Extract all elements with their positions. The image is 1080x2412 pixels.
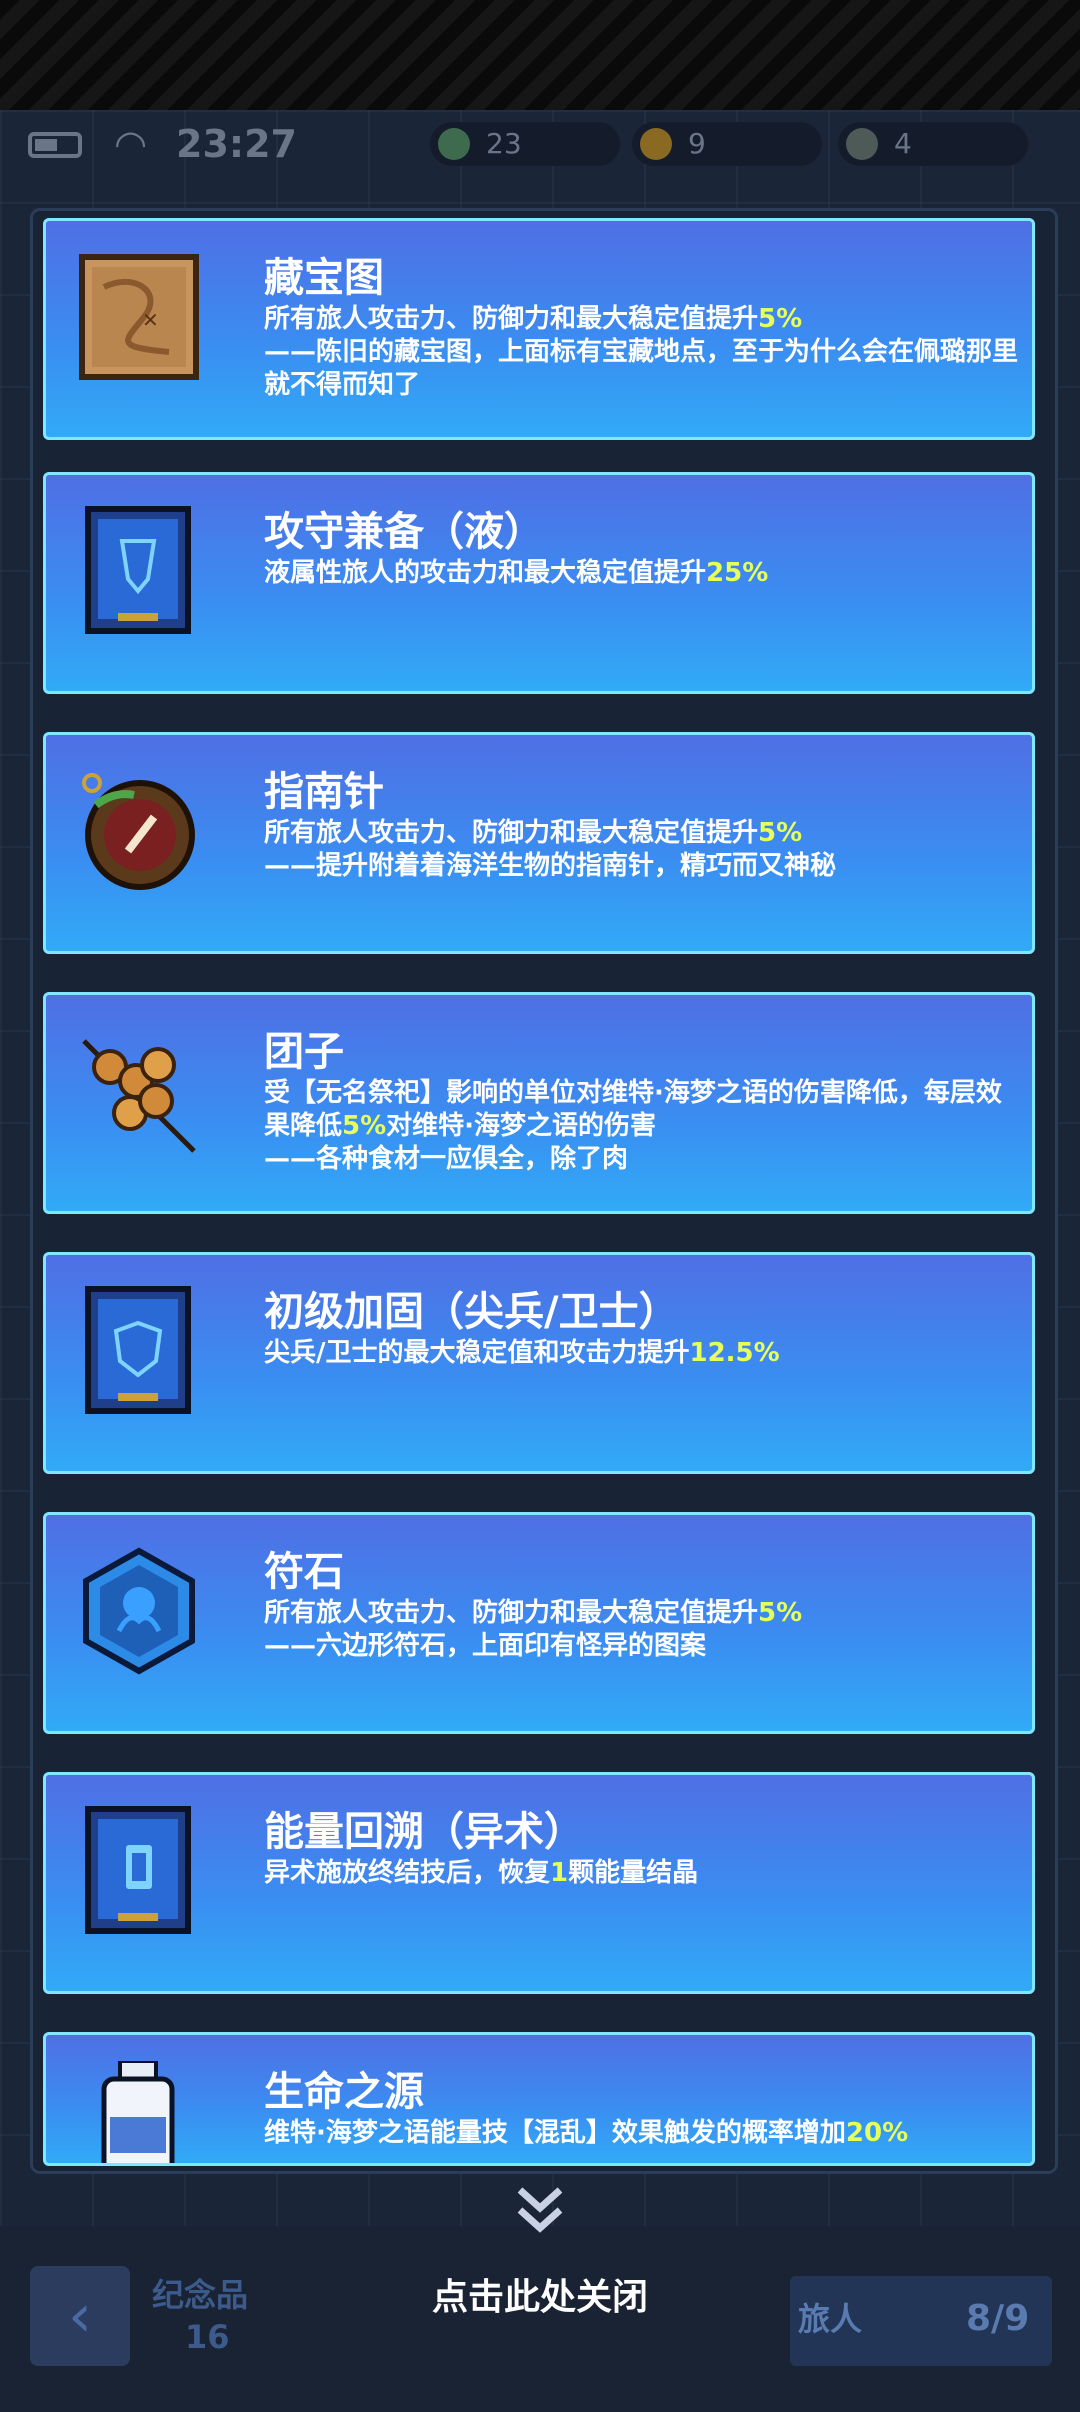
description-text: 液属性旅人的攻击力和最大稳定值提升	[264, 558, 707, 588]
highlight-value: 5%	[758, 1598, 803, 1628]
card-energy-recall[interactable]: 能量回溯（异术） 异术施放终结技后，恢复1颗能量结晶	[43, 1772, 1035, 1994]
card-title: 生命之源	[264, 2069, 424, 2115]
grey-coin-icon	[846, 128, 878, 160]
blue-card-energy-icon	[85, 1806, 191, 1934]
card-title: 攻守兼备（液）	[264, 509, 544, 555]
card-description: 所有旅人攻击力、防御力和最大稳定值提升5% ——提升附着着海洋生物的指南针，精巧而…	[264, 817, 1024, 883]
system-top-bar	[0, 0, 1080, 110]
card-title: 初级加固（尖兵/卫士）	[264, 1289, 679, 1335]
description-text: 异术施放终结技后，恢复	[264, 1858, 551, 1888]
battery-icon	[28, 132, 82, 158]
description-text: ——提升附着着海洋生物的指南针，精巧而又神秘	[264, 851, 837, 881]
card-description: 所有旅人攻击力、防御力和最大稳定值提升5% ——六边形符石，上面印有怪异的图案	[264, 1597, 1024, 1663]
dango-icon	[82, 1039, 196, 1153]
resource-green: 23	[430, 122, 620, 166]
description-text: ——六边形符石，上面印有怪异的图案	[264, 1631, 707, 1661]
card-description: 受【无名祭祀】影响的单位对维特·海梦之语的伤害降低，每层效果降低5%对维特·海梦…	[264, 1077, 1024, 1176]
clock: 23:27	[176, 122, 297, 166]
rune-stone-icon	[83, 1547, 195, 1675]
double-chevron-down-icon[interactable]	[510, 2180, 570, 2240]
highlight-value: 1	[550, 1858, 569, 1888]
card-title: 团子	[264, 1029, 344, 1075]
description-text: 尖兵/卫士的最大稳定值和攻击力提升	[264, 1338, 690, 1368]
card-description: 异术施放终结技后，恢复1颗能量结晶	[264, 1857, 1024, 1890]
card-description: 维特·海梦之语能量技【混乱】效果触发的概率增加20%	[264, 2117, 1024, 2150]
description-text: 对维特·海梦之语的伤害	[386, 1111, 657, 1141]
highlight-value: 25%	[706, 558, 769, 588]
close-hint-button[interactable]: 点击此处关闭	[0, 2268, 1080, 2320]
description-text: 颗能量结晶	[568, 1858, 699, 1888]
gold-coin-icon	[640, 128, 672, 160]
green-coin-icon	[438, 128, 470, 160]
souvenir-count: 16	[185, 2318, 230, 2356]
card-title: 符石	[264, 1549, 344, 1595]
svg-text:✕: ✕	[142, 308, 159, 332]
resource-gold: 9	[632, 122, 822, 166]
water-bottle-icon	[101, 2061, 175, 2163]
highlight-value: 5%	[342, 1111, 387, 1141]
description-text: 所有旅人攻击力、防御力和最大稳定值提升	[264, 304, 759, 334]
wifi-icon: ◠	[114, 122, 148, 166]
card-treasure-map[interactable]: ✕ 藏宝图 所有旅人攻击力、防御力和最大稳定值提升5% ——陈旧的藏宝图，上面标有…	[43, 218, 1035, 440]
card-description: 所有旅人攻击力、防御力和最大稳定值提升5% ——陈旧的藏宝图，上面标有宝藏地点，至…	[264, 303, 1024, 402]
highlight-value: 5%	[758, 304, 803, 334]
card-title: 藏宝图	[264, 255, 384, 301]
highlight-value: 12.5%	[689, 1338, 780, 1368]
highlight-value: 20%	[845, 2118, 909, 2148]
card-title: 指南针	[264, 769, 384, 815]
card-title: 能量回溯（异术）	[264, 1809, 584, 1855]
card-description: 尖兵/卫士的最大稳定值和攻击力提升12.5%	[264, 1337, 1024, 1370]
card-dango[interactable]: 团子 受【无名祭祀】影响的单位对维特·海梦之语的伤害降低，每层效果降低5%对维特…	[43, 992, 1035, 1214]
blue-card-liquid-icon	[85, 506, 191, 634]
card-source-of-life[interactable]: 生命之源 维特·海梦之语能量技【混乱】效果触发的概率增加20%	[43, 2032, 1035, 2166]
description-text: ——陈旧的藏宝图，上面标有宝藏地点，至于为什么会在佩璐那里就不得而知了	[264, 337, 1019, 400]
description-text: 维特·海梦之语能量技【混乱】效果触发的概率增加	[264, 2118, 846, 2148]
card-rune-stone[interactable]: 符石 所有旅人攻击力、防御力和最大稳定值提升5% ——六边形符石，上面印有怪异的图…	[43, 1512, 1035, 1734]
resource-grey-value: 4	[894, 127, 912, 160]
card-description: 液属性旅人的攻击力和最大稳定值提升25%	[264, 557, 1024, 590]
card-offense-defense-liquid[interactable]: 攻守兼备（液） 液属性旅人的攻击力和最大稳定值提升25%	[43, 472, 1035, 694]
highlight-value: 5%	[758, 818, 803, 848]
treasure-map-icon: ✕	[79, 254, 199, 380]
card-basic-reinforce[interactable]: 初级加固（尖兵/卫士） 尖兵/卫士的最大稳定值和攻击力提升12.5%	[43, 1252, 1035, 1474]
description-text: 所有旅人攻击力、防御力和最大稳定值提升	[264, 818, 759, 848]
card-compass[interactable]: 指南针 所有旅人攻击力、防御力和最大稳定值提升5% ——提升附着着海洋生物的指南针…	[43, 732, 1035, 954]
game-status-bar: ◠ 23:27 23 9 4	[0, 118, 1080, 174]
resource-grey: 4	[838, 122, 1028, 166]
description-text: ——各种食材一应俱全，除了肉	[264, 1144, 629, 1174]
compass-icon	[82, 773, 195, 890]
resource-gold-value: 9	[688, 127, 706, 160]
resource-green-value: 23	[486, 127, 522, 160]
description-text: 所有旅人攻击力、防御力和最大稳定值提升	[264, 1598, 759, 1628]
blue-card-shield-icon	[85, 1286, 191, 1414]
